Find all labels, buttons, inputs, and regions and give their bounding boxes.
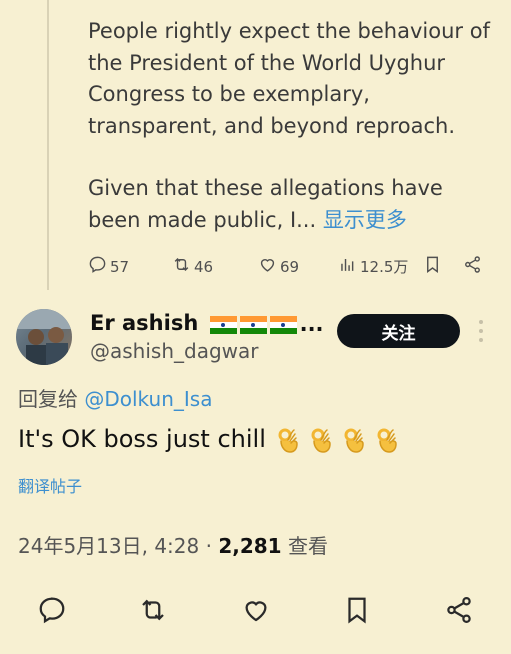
retweet-button[interactable]	[138, 595, 168, 625]
mention-link[interactable]: @Dolkun_Isa	[84, 387, 212, 411]
reply-context: 回复给 @Dolkun_Isa	[18, 383, 212, 412]
ok-hand-icon	[311, 428, 331, 453]
india-flag-icon	[269, 316, 297, 334]
like-metric[interactable]: 69	[258, 255, 299, 278]
retweet-metric[interactable]: 46	[172, 255, 213, 278]
tweet-meta: 24年5月13日, 4:28 · 2,281 查看	[18, 530, 328, 559]
like-icon	[245, 601, 267, 622]
india-flags	[209, 312, 300, 336]
reply-button[interactable]	[37, 595, 67, 625]
tweet-text: It's OK boss just chill	[18, 425, 398, 453]
reply-icon	[88, 255, 107, 278]
avatar[interactable]	[16, 309, 72, 365]
views-metric[interactable]: 12.5万	[338, 255, 408, 278]
quoted-paragraph-2: Given that these allegations have been m…	[88, 173, 498, 236]
tweet-text-body: It's OK boss just chill	[18, 425, 266, 453]
share-icon	[463, 255, 482, 278]
author-name-ellipsis: ...	[299, 312, 324, 336]
share-button[interactable]	[463, 255, 482, 278]
action-bar	[0, 595, 511, 629]
bookmark-button-main[interactable]	[342, 595, 372, 625]
india-flag-icon	[209, 316, 237, 334]
quoted-tweet-text[interactable]: People rightly expect the behaviour of t…	[88, 16, 498, 236]
retweet-count: 46	[194, 257, 214, 276]
like-icon	[258, 255, 277, 278]
views-icon	[338, 255, 357, 278]
bookmark-button[interactable]	[423, 255, 442, 278]
ok-hand-icon	[278, 428, 298, 453]
author-name[interactable]: Er ashish ...	[90, 311, 324, 336]
more-icon[interactable]	[479, 320, 485, 342]
reply-metric[interactable]: 57	[88, 255, 129, 278]
india-flag-icon	[239, 316, 267, 334]
quoted-paragraph-1: People rightly expect the behaviour of t…	[88, 19, 490, 138]
retweet-icon	[142, 599, 164, 621]
ok-hand-emojis	[266, 425, 398, 453]
show-more-link[interactable]: 显示更多	[323, 208, 407, 232]
bookmark-icon	[348, 597, 366, 624]
views-label: 查看	[281, 534, 328, 558]
like-count: 69	[280, 257, 300, 276]
translate-post-link[interactable]: 翻译帖子	[18, 473, 82, 497]
views-count: 12.5万	[360, 258, 409, 276]
author-handle[interactable]: @ashish_dagwar	[90, 339, 259, 363]
tweet-timestamp[interactable]: 24年5月13日, 4:28 ·	[18, 534, 218, 558]
retweet-icon	[172, 255, 191, 278]
like-button[interactable]	[241, 595, 271, 625]
share-icon	[447, 597, 471, 623]
reply-prefix: 回复给	[18, 387, 78, 411]
author-name-text: Er ashish	[90, 311, 199, 335]
quoted-tweet-metrics: 57 46 69 12.5万	[88, 255, 511, 281]
bookmark-icon	[423, 255, 442, 278]
reply-icon	[39, 597, 65, 624]
share-button-main[interactable]	[444, 595, 474, 625]
view-count: 2,281	[218, 534, 282, 558]
ok-hand-icon	[344, 428, 364, 453]
follow-button[interactable]: 关注	[337, 314, 460, 348]
ok-hand-icon	[377, 428, 397, 453]
reply-count: 57	[110, 257, 130, 276]
thread-line	[47, 0, 49, 290]
